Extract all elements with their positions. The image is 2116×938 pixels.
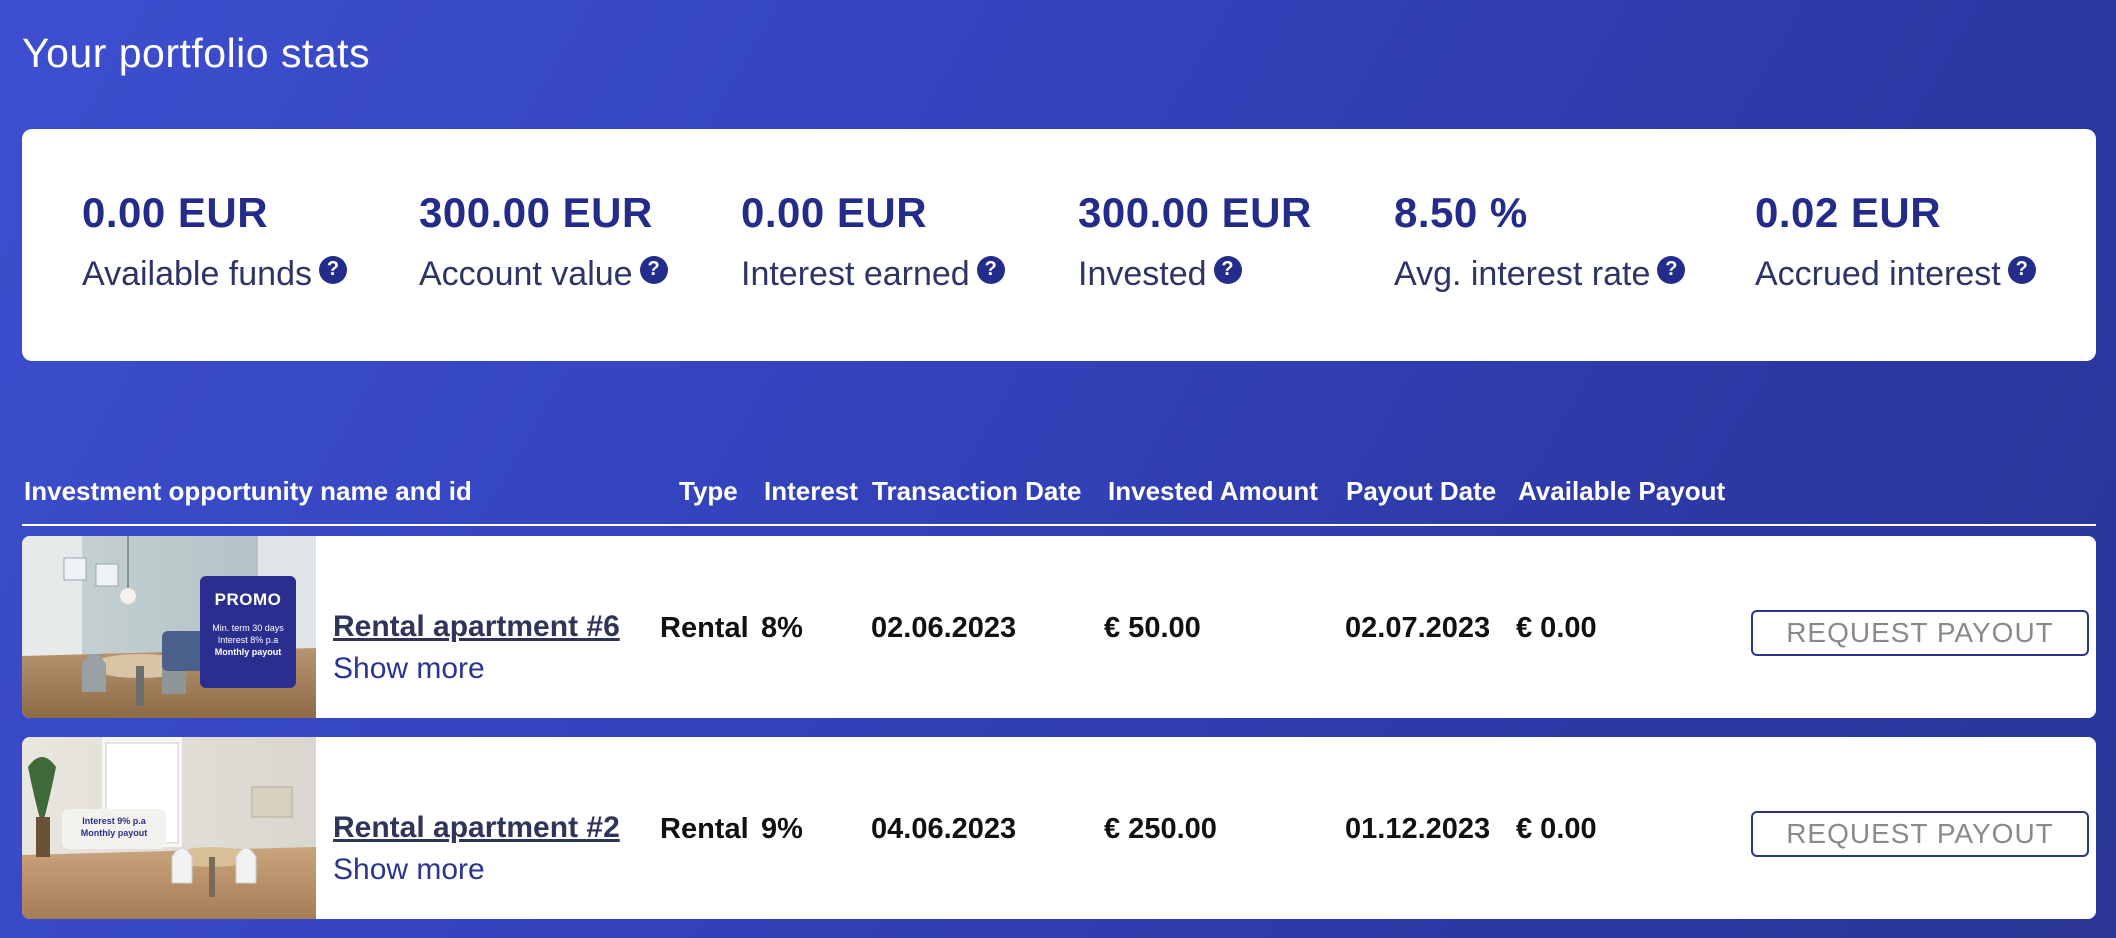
investment-name-link[interactable]: Rental apartment #6 [333,610,620,644]
column-header-type: Type [679,476,738,506]
cell-payout-date: 02.07.2023 [1345,612,1491,644]
cell-invested-amount: € 50.00 [1104,612,1201,644]
help-icon[interactable]: ? [639,255,668,284]
help-icon[interactable]: ? [2007,255,2036,284]
cell-transaction-date: 04.06.2023 [871,813,1017,845]
cell-transaction-date: 02.06.2023 [871,612,1017,644]
stat-label: Account value [419,255,633,293]
promo-badge-line: Monthly payout [214,647,282,657]
interest-badge: Interest 9% p.a Monthly payout [62,809,166,849]
stat-value: 300.00 EUR [1078,189,1312,236]
help-icon[interactable]: ? [1657,255,1686,284]
portfolio-stats-card: 0.00 EUR Available funds ? 300.00 EUR Ac… [22,129,2096,361]
stat-avg-interest-rate: 8.50 % Avg. interest rate ? [1394,189,1686,294]
help-icon[interactable]: ? [976,255,1005,284]
cell-type: Rental [660,813,749,845]
stat-value: 8.50 % [1394,189,1528,236]
promo-badge-title: PROMO [214,590,282,609]
stat-label: Available funds [82,255,312,293]
stat-available-funds: 0.00 EUR Available funds ? [82,189,347,294]
cell-invested-amount: € 250.00 [1104,813,1217,845]
table-row: Interest 9% p.a Monthly payout Rental ap… [22,737,2096,919]
promo-badge-line: Min. term 30 days [212,623,284,633]
interest-badge-line: Monthly payout [80,828,148,838]
investments-table-header: Investment opportunity name and id Type … [22,470,2096,526]
cell-available-payout: € 0.00 [1516,612,1597,644]
column-header-transaction-date: Transaction Date [872,476,1082,506]
cell-interest: 8% [761,612,803,644]
interest-badge-line: Interest 9% p.a [82,816,146,826]
show-more-link[interactable]: Show more [333,652,485,686]
stat-invested: 300.00 EUR Invested ? [1078,189,1312,294]
property-image[interactable]: PROMO Min. term 30 days Interest 8% p.a … [22,536,316,718]
cell-interest: 9% [761,813,803,845]
cell-available-payout: € 0.00 [1516,813,1597,845]
request-payout-button[interactable]: REQUEST PAYOUT [1751,610,2089,656]
stat-label: Invested [1078,255,1207,293]
page-title: Your portfolio stats [22,30,371,76]
stat-value: 0.00 EUR [82,189,269,236]
cell-payout-date: 01.12.2023 [1345,813,1491,845]
property-image[interactable]: Interest 9% p.a Monthly payout [22,737,316,919]
help-icon[interactable]: ? [1213,255,1242,284]
stat-value: 0.02 EUR [1755,189,1942,236]
help-icon[interactable]: ? [318,255,347,284]
stat-label: Avg. interest rate [1394,255,1651,293]
column-header-invested-amount: Invested Amount [1108,476,1318,506]
stat-account-value: 300.00 EUR Account value ? [419,189,668,294]
stat-accrued-interest: 0.02 EUR Accrued interest ? [1755,189,2036,294]
promo-badge: PROMO Min. term 30 days Interest 8% p.a … [200,576,296,688]
column-header-name: Investment opportunity name and id [24,476,472,506]
stat-label: Interest earned [741,255,970,293]
column-header-interest: Interest [764,476,858,506]
stat-value: 300.00 EUR [419,189,653,236]
investment-name-link[interactable]: Rental apartment #2 [333,811,620,845]
promo-badge-line: Interest 8% p.a [217,635,279,645]
stat-label: Accrued interest [1755,255,2001,293]
show-more-link[interactable]: Show more [333,853,485,887]
table-row: PROMO Min. term 30 days Interest 8% p.a … [22,536,2096,718]
request-payout-button[interactable]: REQUEST PAYOUT [1751,811,2089,857]
column-header-payout-date: Payout Date [1346,476,1497,506]
stat-interest-earned: 0.00 EUR Interest earned ? [741,189,1005,294]
cell-type: Rental [660,612,749,644]
stat-value: 0.00 EUR [741,189,928,236]
column-header-available-payout: Available Payout [1518,476,1726,506]
